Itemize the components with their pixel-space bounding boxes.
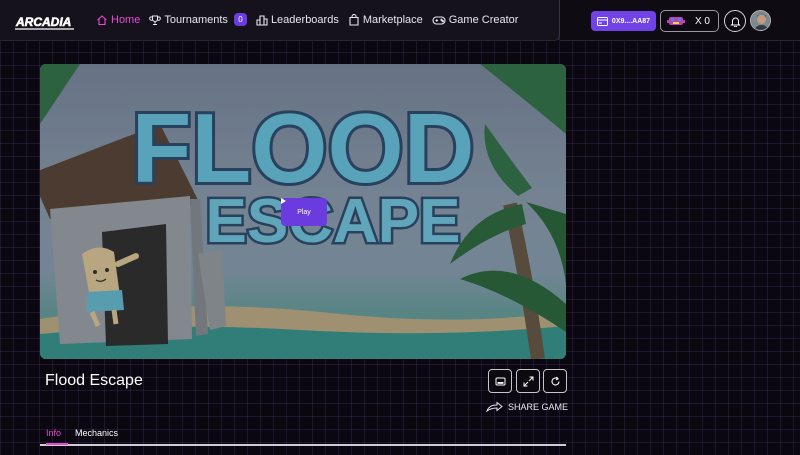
nav-marketplace-label: Marketplace	[362, 13, 423, 26]
wallet-address: 0X9....AA87	[611, 17, 651, 25]
home-icon	[97, 14, 107, 25]
token-count: X 0	[694, 15, 710, 27]
trophy-icon	[149, 14, 162, 25]
token-balance[interactable]: X 0	[660, 10, 719, 32]
user-avatar[interactable]	[750, 10, 771, 31]
leaderboard-icon	[256, 14, 268, 26]
nav-tournaments-label: Tournaments	[164, 13, 228, 26]
play-icon	[281, 198, 286, 204]
wallet-card-icon	[596, 16, 608, 26]
nav-home[interactable]: Home	[96, 14, 140, 26]
notifications-button[interactable]	[724, 10, 746, 32]
nav-home-label: Home	[111, 13, 141, 26]
arcadia-logo[interactable]: ARCADIA	[14, 10, 76, 32]
share-arrow-icon	[486, 401, 503, 412]
expand-icon	[523, 376, 533, 386]
theater-mode-button[interactable]	[488, 369, 512, 393]
restart-button[interactable]	[543, 369, 567, 393]
play-button[interactable]: Play	[281, 198, 327, 226]
game-title: Flood Escape	[45, 372, 143, 389]
avatar-image	[751, 11, 770, 30]
nav-game-creator[interactable]: Game Creator	[432, 13, 519, 26]
invader-token-icon	[667, 17, 685, 25]
bag-icon	[349, 13, 359, 26]
svg-text:ARCADIA: ARCADIA	[15, 15, 71, 29]
nav-leaderboards-label: Leaderboards	[270, 13, 339, 26]
nav-marketplace[interactable]: Marketplace	[348, 13, 423, 26]
top-navbar: ARCADIA Home Tournaments 0 Leaderboards	[0, 0, 560, 41]
play-label: Play	[297, 208, 311, 216]
nav-game-creator-label: Game Creator	[448, 13, 519, 26]
fullscreen-button[interactable]	[516, 369, 540, 393]
tab-info[interactable]: Info	[46, 428, 61, 438]
tournaments-count-badge: 0	[233, 13, 247, 26]
share-game-label: SHARE GAME	[508, 401, 569, 412]
game-banner: FLOOD ESCAPE Play	[40, 64, 566, 359]
tab-mechanics[interactable]: Mechanics	[75, 428, 118, 438]
account-bar: 0X9....AA87 X 0	[560, 0, 800, 41]
wallet-button[interactable]: 0X9....AA87	[591, 11, 656, 31]
refresh-icon	[550, 376, 560, 386]
gamepad-icon	[432, 15, 446, 25]
theater-mode-icon	[495, 377, 505, 385]
main-nav: Home Tournaments 0 Leaderboards Marketpl…	[96, 13, 527, 26]
bell-icon	[729, 17, 741, 27]
nav-tournaments[interactable]: Tournaments 0	[149, 13, 247, 26]
active-tab-indicator	[46, 443, 68, 445]
nav-leaderboards[interactable]: Leaderboards	[256, 14, 339, 26]
game-tabs: Info Mechanics	[40, 428, 566, 446]
share-game-button[interactable]: SHARE GAME	[486, 401, 568, 412]
